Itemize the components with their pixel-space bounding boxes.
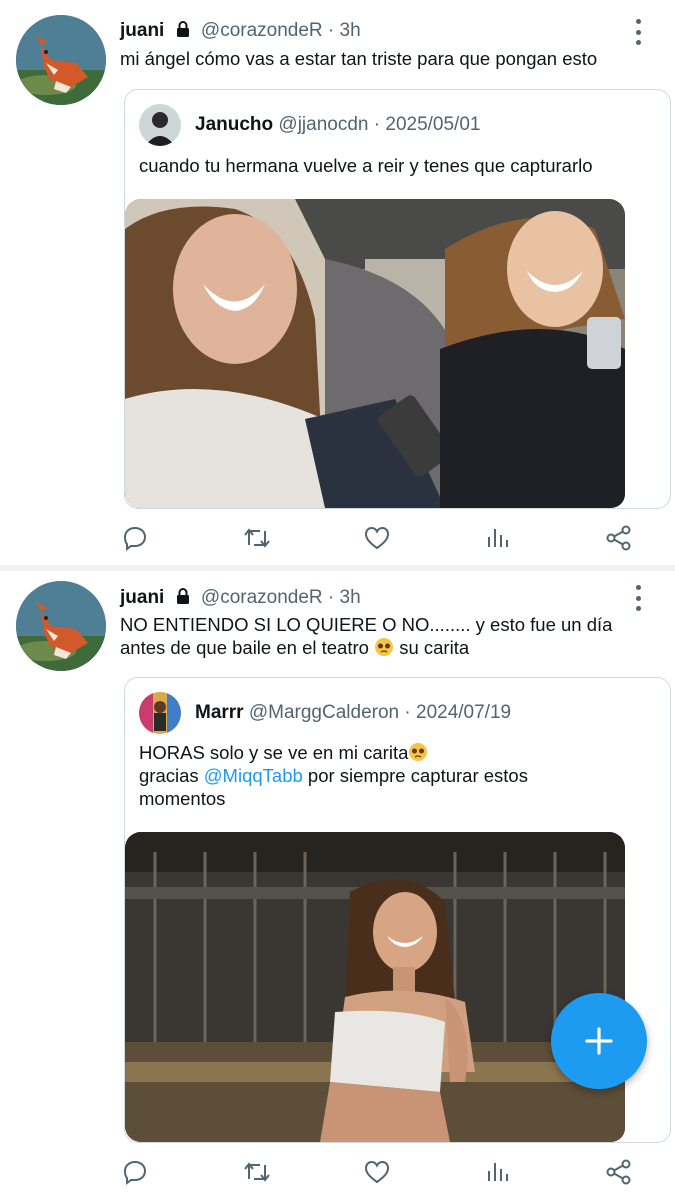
views-icon[interactable] (478, 518, 518, 558)
reply-icon[interactable] (115, 518, 155, 558)
share-icon[interactable] (599, 1152, 639, 1192)
quoted-tweet[interactable]: Janucho @jjanocdn · 2025/05/01 cuando tu… (124, 89, 671, 509)
share-icon[interactable] (599, 518, 639, 558)
compose-button[interactable] (551, 993, 647, 1089)
quoted-text: cuando tu hermana vuelve a reir y tenes … (139, 155, 593, 176)
like-icon[interactable] (357, 518, 397, 558)
author-name[interactable]: juani (120, 20, 164, 41)
separator-dot: · (368, 114, 386, 135)
more-icon[interactable] (628, 585, 648, 611)
tweet-text-fragment: antes de que baile en el teatro (120, 637, 369, 658)
quoted-text-fragment: por siempre capturar estos (307, 765, 528, 786)
quoted-text: HORAS solo y se ve en mi carita gracias … (139, 741, 639, 810)
tweet-text: NO ENTIENDO SI LO QUIERE O NO........ y … (120, 613, 640, 659)
separator-dot: · (399, 702, 416, 723)
quoted-text-line: momentos (139, 788, 226, 809)
lock-icon (174, 20, 192, 44)
tweet-header: juani @corazondeR · 3h (120, 587, 361, 611)
quoted-date: 2025/05/01 (385, 114, 481, 135)
quoted-date: 2024/07/19 (416, 702, 512, 723)
quoted-avatar (139, 692, 181, 734)
quoted-text-line: HORAS solo y se ve en mi carita (139, 741, 639, 764)
more-icon[interactable] (628, 19, 648, 45)
tweet-text-line: NO ENTIENDO SI LO QUIERE O NO........ y … (120, 614, 613, 635)
reply-icon[interactable] (115, 1152, 155, 1192)
quoted-author-name: Janucho (195, 114, 274, 135)
quoted-text-fragment: gracias (139, 765, 199, 786)
separator-dot: · (322, 20, 340, 41)
avatar[interactable] (16, 15, 106, 105)
like-icon[interactable] (357, 1152, 397, 1192)
pleading-face-emoji-icon (408, 742, 428, 762)
author-handle[interactable]: @corazondeR (201, 20, 323, 41)
quoted-header: Marrr @MarggCalderon · 2024/07/19 (195, 702, 511, 724)
avatar[interactable] (16, 581, 106, 671)
timestamp[interactable]: 3h (340, 20, 361, 41)
tweet-header: juani @corazondeR · 3h (120, 20, 361, 44)
tweet-actions (0, 518, 675, 558)
timestamp[interactable]: 3h (340, 587, 361, 608)
quoted-avatar (139, 104, 181, 146)
quoted-author-handle: @jjanocdn (278, 114, 369, 135)
author-handle[interactable]: @corazondeR (201, 587, 323, 608)
separator-dot: · (322, 587, 340, 608)
quoted-text-line: gracias @MiqqTabb por siempre capturar e… (139, 764, 639, 787)
tweet-actions (0, 1152, 675, 1192)
quoted-photo[interactable] (125, 832, 625, 1142)
tweet-text-line: antes de que baile en el teatro su carit… (120, 636, 640, 659)
author-name[interactable]: juani (120, 587, 164, 608)
lock-icon (174, 587, 192, 611)
views-icon[interactable] (478, 1152, 518, 1192)
tweet-text-fragment: su carita (399, 637, 470, 658)
tweet-text: mi ángel cómo vas a estar tan triste par… (120, 48, 598, 69)
quoted-header: Janucho @jjanocdn · 2025/05/01 (195, 114, 480, 136)
tweet[interactable]: juani @corazondeR · 3h mi ángel cómo vas… (0, 0, 675, 566)
quoted-author-handle: @MarggCalderon (248, 702, 400, 723)
quoted-photo[interactable] (125, 199, 625, 508)
compose-icon (585, 1027, 613, 1055)
tweet[interactable]: juani @corazondeR · 3h NO ENTIENDO SI LO… (0, 571, 675, 1200)
quoted-author-name: Marrr (195, 702, 244, 723)
retweet-icon[interactable] (237, 518, 277, 558)
pleading-face-emoji-icon (374, 637, 394, 657)
mention-link[interactable]: @MiqqTabb (204, 765, 303, 786)
quoted-text-fragment: HORAS solo y se ve en mi carita (139, 742, 409, 763)
retweet-icon[interactable] (237, 1152, 277, 1192)
